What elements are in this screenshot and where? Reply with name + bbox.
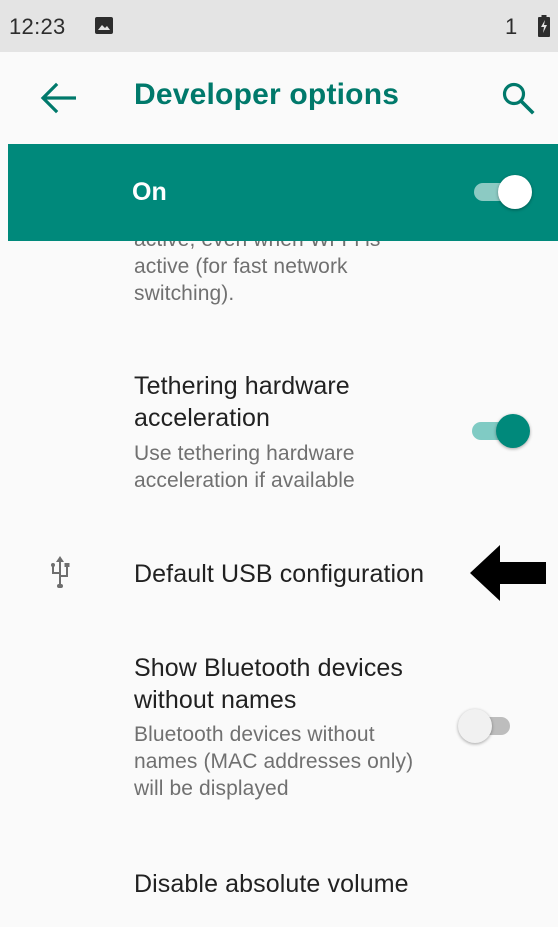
- master-switch-toggle[interactable]: [470, 172, 532, 212]
- tethering-title: Tethering hardware acceleration: [134, 372, 350, 432]
- status-bar: 12:23 1: [0, 0, 558, 52]
- toggle-thumb: [498, 175, 532, 209]
- master-switch-label: On: [132, 178, 167, 206]
- search-icon[interactable]: [500, 80, 536, 116]
- arrow-back-icon[interactable]: [38, 82, 78, 114]
- toggle-thumb: [496, 414, 530, 448]
- usb-config-title: Default USB configuration: [134, 560, 425, 588]
- battery-icon: [538, 15, 550, 37]
- arrow-left-icon: [470, 545, 546, 601]
- toggle-thumb: [458, 709, 492, 743]
- absolute-volume-title: Disable absolute volume: [134, 870, 409, 898]
- bluetooth-names-toggle[interactable]: [458, 706, 518, 746]
- image-icon: [95, 17, 113, 34]
- app-bar: Developer options: [0, 52, 558, 144]
- usb-icon: [51, 556, 70, 588]
- master-switch-bar[interactable]: On: [8, 144, 558, 241]
- tethering-summary: Use tethering hardware acceleration if a…: [134, 442, 355, 492]
- status-time: 12:23: [9, 14, 66, 39]
- bluetooth-names-summary: Bluetooth devices without names (MAC add…: [134, 723, 414, 800]
- sim-indicator: 1: [505, 14, 518, 39]
- page-title: Developer options: [134, 78, 400, 111]
- bluetooth-names-title: Show Bluetooth devices without names: [134, 654, 404, 714]
- screen: active, even when Wi-Fi is active (for f…: [0, 0, 558, 927]
- tethering-toggle[interactable]: [468, 411, 530, 451]
